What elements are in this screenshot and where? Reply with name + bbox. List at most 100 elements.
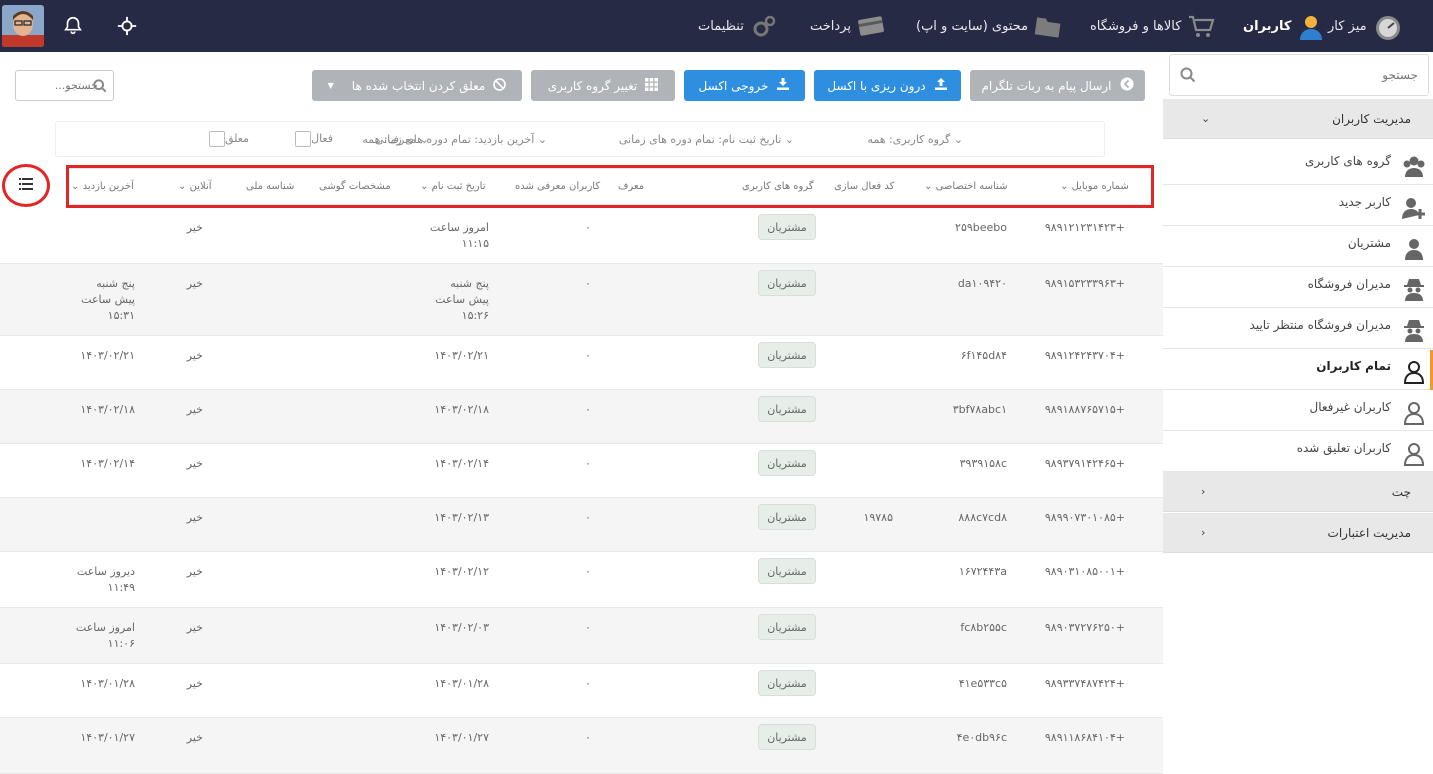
nav-payment-label: پرداخت [810,18,851,34]
column-header-signup[interactable]: ⌄ تاریخ ثبت نام [420,181,485,192]
user-group-badge[interactable]: مشتریان [758,614,816,640]
upload-icon [934,77,948,94]
user-group-badge[interactable]: مشتریان [758,396,816,422]
filter-referrer[interactable]: معرف: همه ⌄ [362,133,429,146]
caret-down-icon[interactable]: ▼ [328,81,334,90]
cell-line: ۱۴۰۳/۰۲/۱۳ [434,511,489,524]
sidebar-section-credits[interactable]: مدیریت اعتبارات › [1163,513,1433,553]
suspend-selected-button[interactable]: ▼ معلق کردن انتخاب شده ها [312,70,522,101]
filter-suspended[interactable]: معلق [201,131,249,147]
filter-active[interactable]: فعال [287,131,333,147]
table-row[interactable]: ۹۸۹۳۷۹۱۴۲۴۶۵+ ۳۹۳۹۱۵۸c مشتریان ۰ ۱۴۰۳/۰۲/۱۴ خ… [0,444,1163,498]
import-excel-button[interactable]: درون ریزی با اکسل [814,70,961,101]
column-header-last-visit[interactable]: ⌄ آخرین بازدید [71,181,134,192]
telegram-message-button[interactable]: ارسال پیام به ربات تلگرام [970,70,1145,101]
cell-line: پیش ساعت [435,293,489,306]
filter-user-group[interactable]: گروه کاربری: همه ⌄ [868,133,964,146]
sidebar-item-user-groups[interactable]: گروه های کاربری [1163,145,1433,185]
sidebar-item-pending-managers[interactable]: مدیران فروشگاه منتظر تایید [1163,309,1433,349]
cell-mobile: ۹۸۹۳۷۹۱۴۲۴۶۵+ [1044,457,1125,470]
sidebar-item-label: مدیران فروشگاه منتظر تایید [1249,318,1391,332]
table-row[interactable]: ۹۸۹۱۲۱۲۳۱۴۲۳+ ۲۵۹beebo مشتریان ۰ امروز ساعت ۱… [0,208,1163,264]
table-row[interactable]: ۹۸۹۰۳۷۲۷۶۲۵۰+ fc۸b۲۵۵c مشتریان ۰ ۱۴۰۳/۰۲/۰۳ خ… [0,608,1163,664]
column-header-code[interactable]: ⌄ شناسه اختصاصی [924,181,1007,192]
sidebar-search-input[interactable] [1204,55,1422,95]
column-header-mobile[interactable]: ⌄ شماره موبایل [1060,181,1129,192]
sidebar-section-chat[interactable]: چت › [1163,472,1433,512]
user-group-badge[interactable]: مشتریان [758,504,816,530]
table-row[interactable]: ۹۸۹۳۳۷۴۸۷۴۲۴+ ۴۱e۵۳۳c۵ مشتریان ۰ ۱۴۰۳/۰۱/۲۸ خ… [0,664,1163,718]
sidebar-item-customers[interactable]: مشتریان [1163,227,1433,267]
active-checkbox[interactable] [295,131,312,147]
grid-icon [645,77,659,94]
cell-signup-date: امروز ساعت ۱۱:۱۵ [430,220,489,252]
change-group-button[interactable]: تغییر گروه کاربری [531,70,675,101]
cell-line: ۱۴۰۳/۰۲/۱۴ [434,457,489,470]
chevron-down-icon: ⌄ [178,181,187,192]
table-row[interactable]: ۹۸۹۱۱۸۶۸۴۱۰۴+ ۴e۰db۹۶c مشتریان ۰ ۱۴۰۳/۰۱/۲۷ خ… [0,718,1163,774]
suspended-checkbox[interactable] [208,131,225,147]
search-icon[interactable] [1180,67,1196,86]
column-header-referrer[interactable]: معرف [618,181,644,192]
chevron-down-icon: ⌄ [537,133,547,146]
arrow-circle-icon [1120,77,1134,94]
top-navbar: تنظیمات پرداخت محتوی (سایت و اپ) کالاها … [0,0,1433,52]
cell-online: خیر [186,565,203,578]
nav-content[interactable]: محتوی (سایت و اپ) [916,0,1061,52]
cell-mobile: ۹۸۹۱۲۱۲۳۱۴۲۳+ [1044,221,1125,234]
cell-activation: ۱۹۷۸۵ [863,511,893,524]
cell-referred-count: ۰ [585,511,591,524]
column-header-referred[interactable]: کاربران معرفی شده [515,181,600,192]
cell-signup-date: ۱۴۰۳/۰۲/۰۳ [434,620,489,636]
table-row[interactable]: ۹۸۹۱۵۳۲۳۳۹۶۳+ da۱۰۹۴۲۰ مشتریان ۰ پنج شنبه پیش… [0,264,1163,336]
sidebar-item-all-users[interactable]: تمام کاربران [1163,350,1433,390]
nav-settings-label: تنظیمات [698,18,744,34]
sidebar-item-inactive-users[interactable]: کاربران غیرفعال [1163,391,1433,431]
cell-online: خیر [186,221,203,234]
cell-last-visit: امروز ساعت ۱۱:۰۶ [76,620,135,652]
table-row[interactable]: ۹۸۹۰۳۱۰۸۵۰۰۱+ ۱۶۷۲۴۴۳a مشتریان ۰ ۱۴۰۳/۰۲/۱۲ خ… [0,552,1163,608]
sidebar-item-label: کاربر جدید [1338,195,1391,209]
table-row[interactable]: ۹۸۹۱۸۸۷۶۵۷۱۵+ ۳bf۷۸abc۱ مشتریان ۰ ۱۴۰۳/۰۲/۱۸… [0,390,1163,444]
filter-signup-date[interactable]: تاریخ ثبت نام: تمام دوره های زمانی ⌄ [619,133,794,146]
column-header-activation[interactable]: کد فعال سازی [834,181,894,192]
sidebar-item-store-managers[interactable]: مدیران فروشگاه [1163,268,1433,308]
nav-dashboard[interactable]: میز کار [1328,0,1400,52]
bell-icon[interactable] [62,0,84,52]
cell-line: ۱۱:۱۵ [461,237,489,250]
column-header-groups[interactable]: گروه های کاربری [742,181,814,192]
cell-line: ۱۴۰۳/۰۲/۱۸ [434,403,489,416]
user-group-badge[interactable]: مشتریان [758,724,816,750]
user-group-badge[interactable]: مشتریان [758,670,816,696]
chevron-down-icon: ⌄ [71,181,80,192]
nav-settings[interactable]: تنظیمات [698,0,776,52]
table-search-input[interactable] [20,71,98,100]
column-header-online[interactable]: ⌄ آنلاین [178,181,212,192]
search-icon[interactable] [93,79,107,96]
nav-users[interactable]: کاربران [1243,0,1323,52]
export-excel-button[interactable]: خروجی اکسل [684,70,805,101]
sidebar-section-users[interactable]: مدیریت کاربران ⌄ [1163,99,1433,139]
suspend-selected-label: معلق کردن انتخاب شده ها [351,78,486,93]
crosshair-icon[interactable] [116,0,138,52]
user-group-badge[interactable]: مشتریان [758,270,816,296]
table-row[interactable]: ۹۸۹۱۲۴۲۴۳۷۰۴+ ۶f۱۴۵d۸۴ مشتریان ۰ ۱۴۰۳/۰۲/۲۱ خ… [0,336,1163,390]
avatar[interactable] [2,5,44,47]
user-group-badge[interactable]: مشتریان [758,450,816,476]
nav-products[interactable]: کالاها و فروشگاه [1090,0,1215,52]
user-group-badge[interactable]: مشتریان [758,342,816,368]
user-group-badge[interactable]: مشتریان [758,214,816,240]
sidebar-item-new-user[interactable]: کاربر جدید [1163,186,1433,226]
cell-line: ۱۴۰۳/۰۲/۰۳ [434,621,489,634]
column-menu-button[interactable] [2,164,50,207]
column-header-code-label: شناسه اختصاصی [935,181,1008,192]
sidebar-item-suspended-users[interactable]: کاربران تعلیق شده [1163,432,1433,472]
table-row[interactable]: ۹۸۹۹۰۷۳۰۱۰۸۵+ ۸۸۸c۷cd۸ ۱۹۷۸۵ مشتریان ۰ ۱۴۰۳/۰… [0,498,1163,552]
column-header-national-id[interactable]: شناسه ملی [246,181,294,192]
column-header-phone[interactable]: مشخصات گوشی [319,181,391,192]
nav-payment[interactable]: پرداخت [810,0,884,52]
nav-content-label: محتوی (سایت و اپ) [916,18,1029,34]
sidebar-section-users-label: مدیریت کاربران [1332,111,1411,126]
user-group-badge[interactable]: مشتریان [758,558,816,584]
nav-users-label: کاربران [1243,18,1292,34]
